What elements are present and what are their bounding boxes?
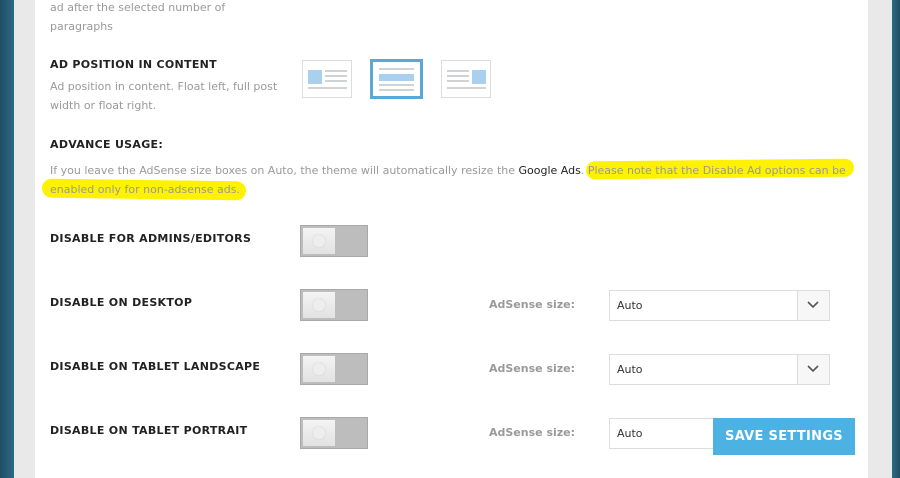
advance-usage-title: ADVANCE USAGE: (50, 138, 164, 151)
toggle-knob (303, 356, 335, 382)
text-line-icon (379, 84, 414, 86)
text-line-icon (325, 70, 347, 72)
text-line-icon (325, 80, 347, 82)
disable-desktop-toggle[interactable] (300, 289, 368, 321)
text-line-icon (308, 87, 347, 89)
text-line-icon (447, 70, 469, 72)
disable-desktop-label: DISABLE ON DESKTOP (50, 296, 193, 309)
position-float-left-option[interactable] (302, 60, 352, 98)
ad-position-title: AD POSITION IN CONTENT (50, 58, 217, 71)
desktop-adsense-size-select[interactable]: Auto (609, 290, 830, 321)
disable-admins-label: DISABLE FOR ADMINS/EDITORS (50, 232, 252, 245)
text-line-icon (325, 75, 347, 77)
top-note-line1: ad after the selected number of (50, 1, 226, 14)
disable-tablet-portrait-label: DISABLE ON TABLET PORTRAIT (50, 424, 248, 437)
toggle-knob (303, 292, 335, 318)
ad-position-desc-line1: Ad position in content. Float left, full… (50, 80, 278, 93)
right-background-strip (892, 0, 900, 478)
select-value: Auto (617, 363, 643, 376)
ad-block-icon (472, 70, 486, 84)
ad-block-icon (308, 70, 322, 84)
disable-tablet-landscape-toggle[interactable] (300, 353, 368, 385)
position-full-width-option[interactable] (370, 59, 423, 99)
select-value: Auto (617, 427, 643, 440)
toggle-knob (303, 228, 335, 254)
advance-usage-line2: enabled only for non-adsense ads. (50, 183, 240, 196)
adsense-size-label: AdSense size: (489, 362, 576, 375)
text-line-icon (447, 75, 469, 77)
disable-admins-toggle[interactable] (300, 225, 368, 257)
text-line-icon (379, 89, 414, 91)
save-settings-button[interactable]: SAVE SETTINGS (713, 418, 855, 455)
position-float-right-option[interactable] (441, 60, 491, 98)
adsense-size-label: AdSense size: (489, 298, 576, 311)
disable-tablet-landscape-label: DISABLE ON TABLET LANDSCAPE (50, 360, 261, 373)
text-line-icon (379, 68, 414, 70)
ad-position-desc-line2: width or float right. (50, 99, 157, 112)
text-line-icon (447, 87, 486, 89)
top-note-line2: paragraphs (50, 20, 113, 33)
advance-text: If you leave the AdSense size boxes on A… (50, 164, 519, 177)
left-background-strip (0, 0, 14, 478)
chevron-down-icon[interactable] (797, 291, 829, 320)
chevron-down-icon[interactable] (797, 355, 829, 384)
disable-tablet-portrait-toggle[interactable] (300, 417, 368, 449)
text-line-icon (447, 80, 469, 82)
google-ads-link[interactable]: Google Ads (519, 164, 581, 177)
ad-block-icon (379, 74, 414, 81)
toggle-knob (303, 420, 335, 446)
select-value: Auto (617, 299, 643, 312)
tablet-landscape-adsense-size-select[interactable]: Auto (609, 354, 830, 385)
advance-note: . Please note that the Disable Ad option… (580, 164, 846, 177)
advance-usage-line1: If you leave the AdSense size boxes on A… (50, 161, 846, 180)
adsense-size-label: AdSense size: (489, 426, 576, 439)
